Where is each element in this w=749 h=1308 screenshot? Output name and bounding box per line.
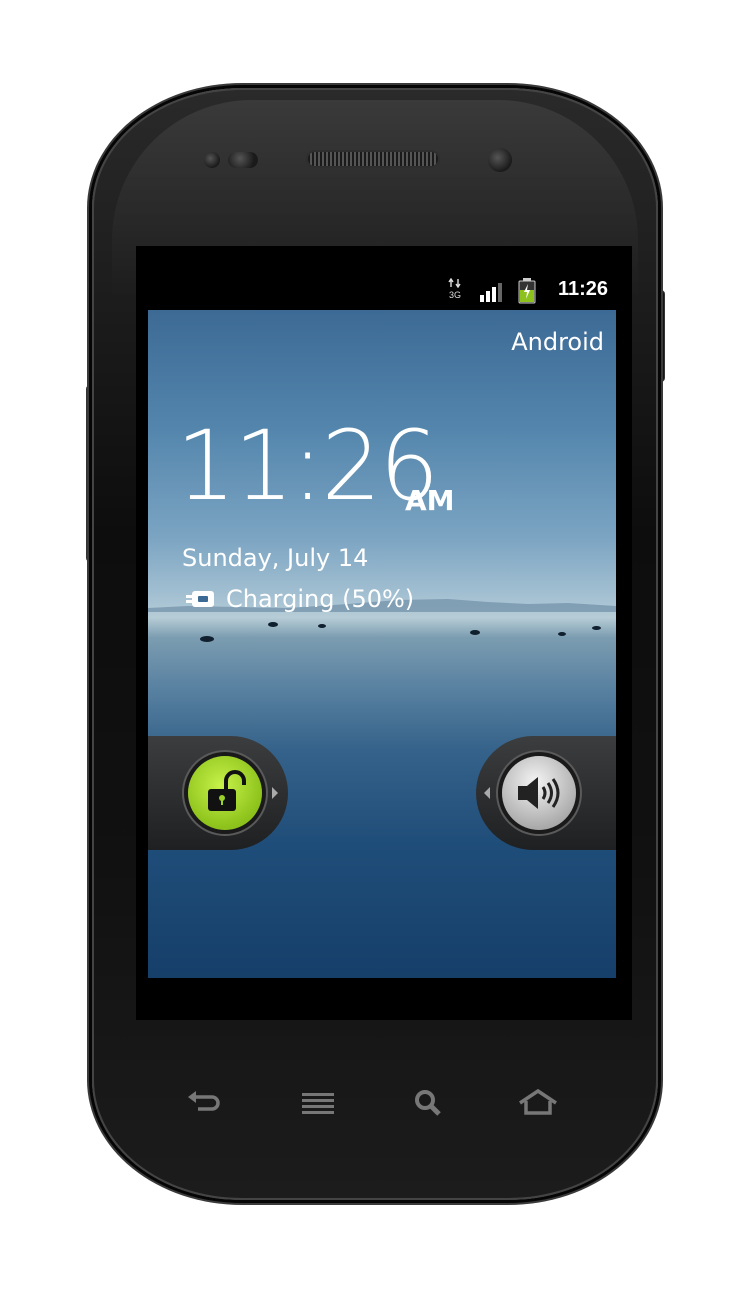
lockscreen-date: Sunday, July 14 [182, 544, 369, 572]
water-rock [268, 622, 278, 627]
device-stage: 3G 11:26 Android 11:26 AM Sunday, July 1… [0, 0, 749, 1308]
back-key[interactable] [182, 1084, 226, 1120]
speaker-volume-icon [518, 777, 560, 809]
proximity-sensor [204, 152, 220, 168]
sound-toggle-button[interactable] [502, 756, 576, 830]
water-rock [470, 630, 480, 635]
charging-status: Charging (50%) [186, 585, 414, 613]
water-rock [592, 626, 601, 630]
slide-right-arrow-icon [272, 787, 278, 799]
lockscreen: Android 11:26 AM Sunday, July 14 Chargin… [148, 310, 616, 978]
search-key[interactable] [406, 1084, 450, 1120]
home-key[interactable] [516, 1084, 560, 1120]
water-rock [200, 636, 214, 642]
network-type-label: 3G [448, 290, 461, 300]
earpiece-speaker [308, 152, 438, 166]
lockscreen-ampm: AM [405, 484, 455, 517]
charging-plug-icon [186, 591, 214, 607]
status-bar: 3G 11:26 [136, 270, 620, 310]
data-arrows-icon: 3G [446, 277, 464, 302]
light-sensor [228, 152, 258, 168]
charging-text: Charging (50%) [226, 585, 415, 613]
status-time: 11:26 [557, 278, 608, 300]
home-icon [519, 1088, 557, 1115]
slide-left-arrow-icon [484, 787, 490, 799]
carrier-label: Android [511, 328, 604, 356]
menu-key[interactable] [296, 1084, 340, 1120]
lockscreen-clock: 11:26 [176, 410, 439, 522]
unlock-padlock-icon [208, 770, 246, 811]
front-camera [488, 148, 512, 172]
unlock-button[interactable] [188, 756, 262, 830]
battery-charging-icon [517, 278, 537, 304]
search-icon [415, 1090, 441, 1116]
menu-icon [302, 1093, 334, 1114]
back-icon [188, 1091, 220, 1111]
signal-bars-icon [480, 282, 504, 302]
water-rock [318, 624, 326, 628]
water-rock [558, 632, 566, 636]
